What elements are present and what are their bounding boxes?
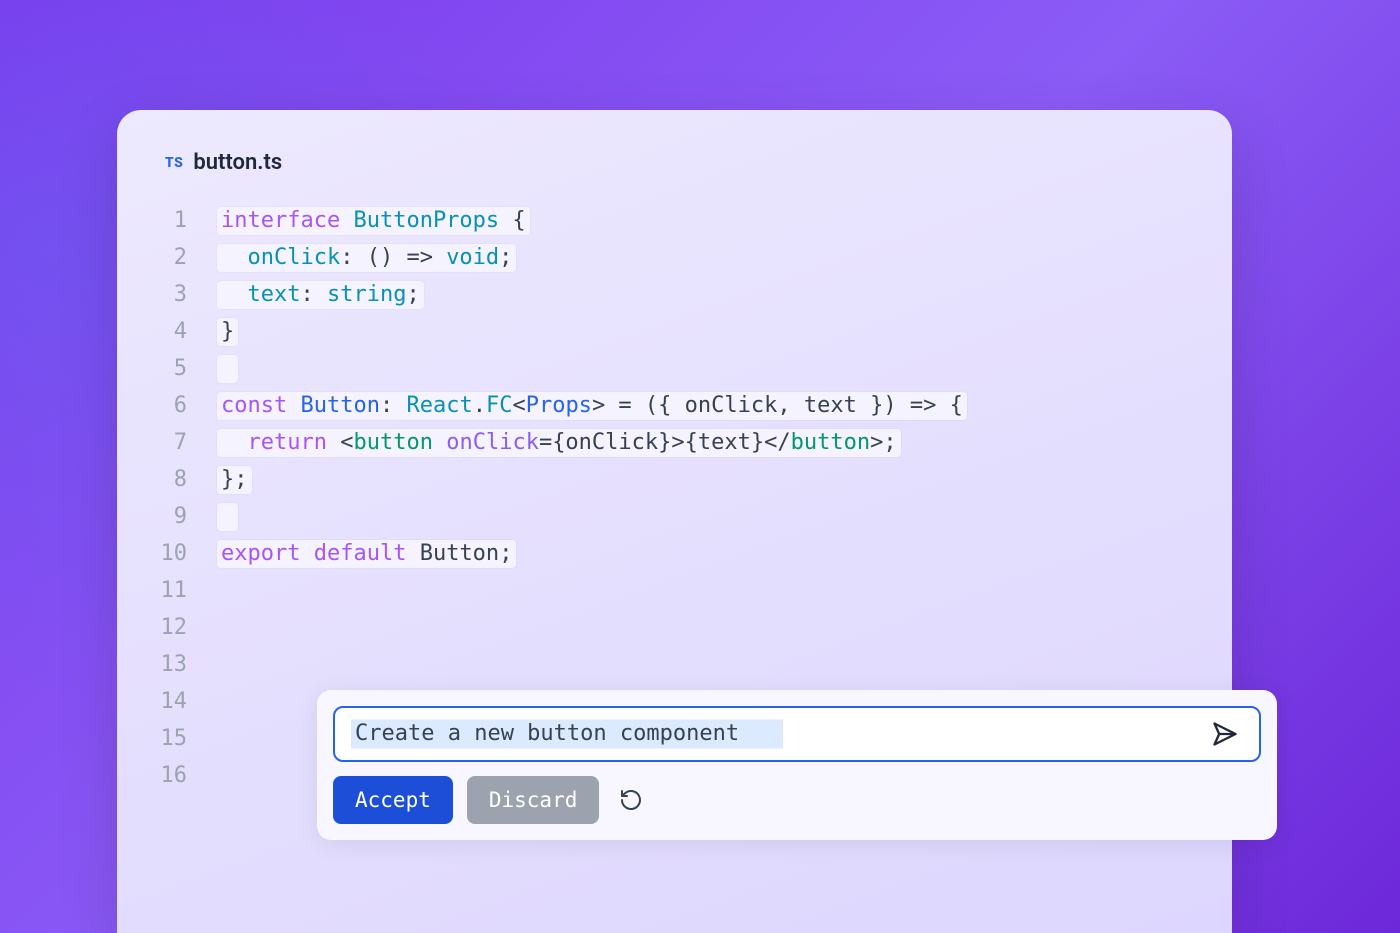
code-line: return <button onClick={onClick}>{text}<… xyxy=(217,425,1202,462)
line-number: 14 xyxy=(147,684,187,721)
code-editor[interactable]: 12345678910111213141516 interface Button… xyxy=(147,203,1202,795)
prompt-input[interactable]: Create a new button component xyxy=(351,716,783,753)
line-number: 8 xyxy=(147,462,187,499)
line-number: 3 xyxy=(147,277,187,314)
line-number: 2 xyxy=(147,240,187,277)
code-line: interface ButtonProps { xyxy=(217,203,1202,240)
discard-button[interactable]: Discard xyxy=(467,776,600,824)
code-line: }; xyxy=(217,462,1202,499)
code-line: const Button: React.FC<Props> = ({ onCli… xyxy=(217,388,1202,425)
send-icon xyxy=(1211,720,1239,748)
line-number: 15 xyxy=(147,721,187,758)
typescript-icon: TS xyxy=(165,155,183,171)
prompt-input-container[interactable]: Create a new button component xyxy=(333,706,1261,762)
code-line: onClick: () => void; xyxy=(217,240,1202,277)
line-number: 12 xyxy=(147,610,187,647)
code-line: } xyxy=(217,314,1202,351)
code-line xyxy=(217,499,1202,536)
line-number: 1 xyxy=(147,203,187,240)
line-number: 13 xyxy=(147,647,187,684)
line-number: 4 xyxy=(147,314,187,351)
editor-window: TS button.ts 12345678910111213141516 int… xyxy=(117,110,1232,933)
line-number: 16 xyxy=(147,758,187,795)
send-button[interactable] xyxy=(1207,716,1243,752)
action-row: Accept Discard xyxy=(333,776,1261,824)
line-number-gutter: 12345678910111213141516 xyxy=(147,203,217,795)
code-line: text: string; xyxy=(217,277,1202,314)
line-number: 7 xyxy=(147,425,187,462)
code-line xyxy=(217,351,1202,388)
refresh-icon xyxy=(619,788,643,812)
retry-button[interactable] xyxy=(613,782,649,818)
line-number: 10 xyxy=(147,536,187,573)
line-number: 9 xyxy=(147,499,187,536)
file-name: button.ts xyxy=(193,150,282,175)
code-line: export default Button; xyxy=(217,536,1202,573)
ai-prompt-panel: Create a new button component Accept Dis… xyxy=(317,690,1277,840)
line-number: 6 xyxy=(147,388,187,425)
accept-button[interactable]: Accept xyxy=(333,776,453,824)
line-number: 11 xyxy=(147,573,187,610)
file-tab[interactable]: TS button.ts xyxy=(165,150,1202,175)
line-number: 5 xyxy=(147,351,187,388)
code-content[interactable]: interface ButtonProps { onClick: () => v… xyxy=(217,203,1202,795)
